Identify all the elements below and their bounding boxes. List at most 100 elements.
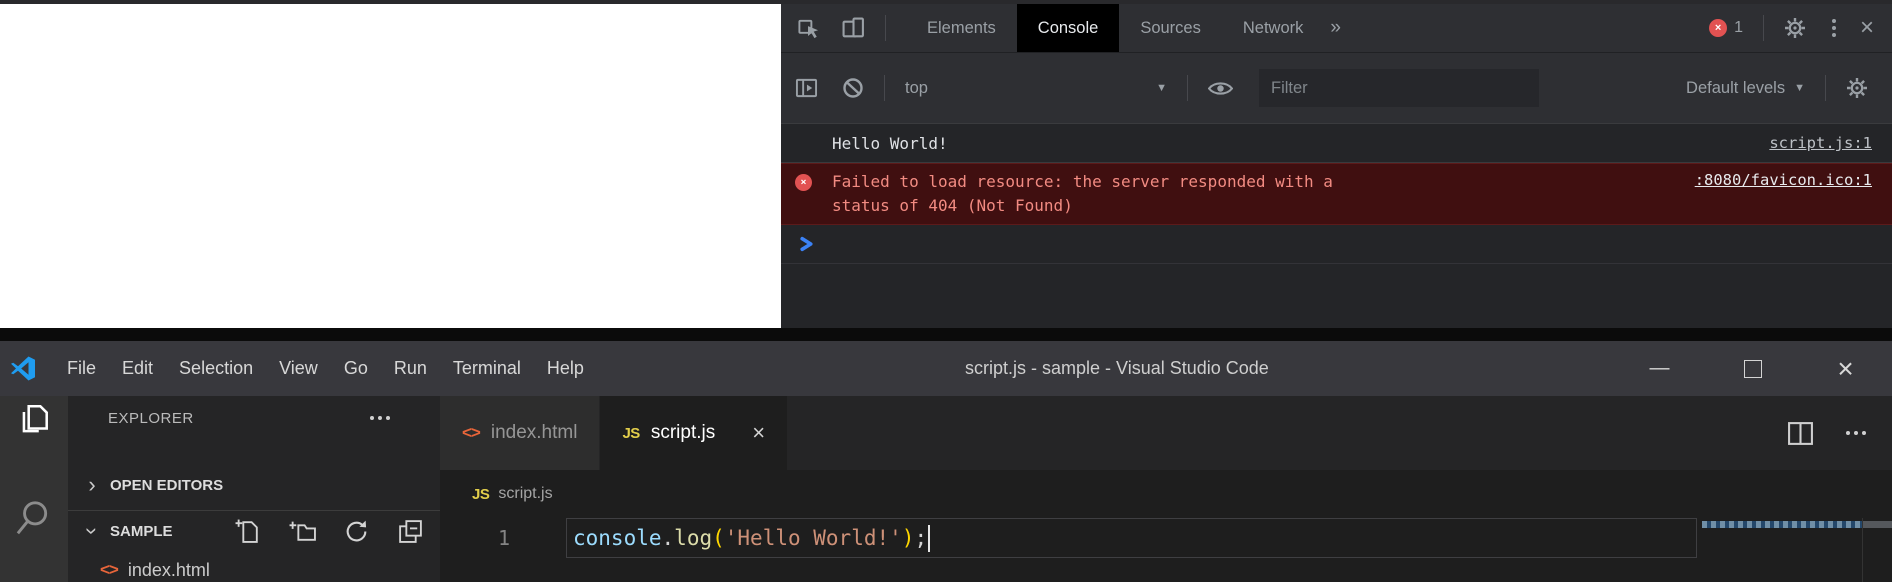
divider [1187, 75, 1188, 101]
code-token: console [573, 526, 662, 550]
live-expression-eye-icon[interactable] [1208, 80, 1233, 97]
html-file-icon: <> [462, 423, 480, 443]
explorer-activity-icon[interactable] [16, 402, 52, 438]
breadcrumb-file: script.js [498, 485, 552, 503]
error-circle-x-icon: × [795, 174, 812, 191]
file-item-index-html[interactable]: <> index.html [68, 551, 440, 582]
console-toolbar: top ▼ Default levels ▼ [781, 53, 1892, 124]
code-token: log [674, 526, 712, 550]
folder-actions [235, 518, 424, 545]
new-file-icon[interactable] [235, 518, 262, 545]
device-toolbar-icon[interactable] [842, 17, 865, 40]
console-error-row: × Failed to load resource: the server re… [781, 163, 1892, 225]
section-open-editors[interactable]: › OPEN EDITORS [68, 468, 440, 502]
editor-tabbar: <> index.html JS script.js × [440, 396, 1892, 470]
menu-file[interactable]: File [54, 358, 109, 379]
close-button[interactable]: × [1799, 341, 1892, 396]
prompt-chevron-icon [799, 236, 815, 252]
devtools-close-icon[interactable]: × [1860, 16, 1874, 40]
minimize-button[interactable]: — [1613, 341, 1706, 396]
new-folder-icon[interactable] [289, 518, 316, 545]
activity-bar [0, 396, 68, 582]
devtools-panel: Elements Console Sources Network » × 1 × [781, 4, 1892, 328]
menu-go[interactable]: Go [331, 358, 381, 379]
console-messages: Hello World! script.js:1 × Failed to loa… [781, 124, 1892, 328]
scrollbar[interactable] [1862, 518, 1892, 582]
kebab-menu-icon[interactable] [1832, 19, 1836, 37]
vscode-titlebar: File Edit Selection View Go Run Terminal… [0, 341, 1892, 396]
console-filter-input[interactable] [1259, 69, 1539, 107]
section-folder-sample[interactable]: › SAMPLE [68, 511, 440, 551]
window-gap [0, 328, 1892, 341]
maximize-button[interactable] [1706, 341, 1799, 396]
console-error-source-link[interactable]: :8080/favicon.ico:1 [1695, 171, 1872, 189]
inspect-element-icon[interactable] [797, 17, 820, 40]
minimap[interactable] [1702, 518, 1862, 582]
error-line-2: status of 404 (Not Found) [832, 196, 1073, 215]
minimap-line [1702, 521, 1862, 528]
editor-actions [1787, 396, 1892, 470]
sidebar-title: EXPLORER [68, 396, 440, 440]
frame-context-value: top [905, 79, 928, 98]
code-token: . [662, 526, 675, 550]
log-levels-select[interactable]: Default levels ▼ [1686, 79, 1805, 98]
tab-elements[interactable]: Elements [906, 4, 1017, 52]
log-levels-value: Default levels [1686, 79, 1785, 98]
tab-network[interactable]: Network [1222, 4, 1325, 52]
menu-help[interactable]: Help [534, 358, 597, 379]
menu-terminal[interactable]: Terminal [440, 358, 534, 379]
views-more-actions-icon[interactable] [370, 416, 390, 420]
settings-gear-icon[interactable] [1784, 17, 1806, 39]
editor-more-actions-icon[interactable] [1846, 431, 1866, 435]
vscode-body: EXPLORER › OPEN EDITORS › SAMPLE [0, 396, 1892, 582]
text-cursor [928, 525, 930, 552]
code-token: ) [902, 526, 915, 550]
frame-context-select[interactable]: top ▼ [905, 79, 1167, 98]
divider [1825, 75, 1826, 101]
console-error-text: Failed to load resource: the server resp… [832, 170, 1333, 218]
explorer-sidebar: EXPLORER › OPEN EDITORS › SAMPLE [68, 396, 440, 582]
tab-close-icon[interactable]: × [752, 420, 765, 446]
tab-console[interactable]: Console [1017, 4, 1120, 52]
editor-group: <> index.html JS script.js × [440, 396, 1892, 582]
menu-selection[interactable]: Selection [166, 358, 266, 379]
html-file-icon: <> [100, 560, 118, 580]
error-count-badge[interactable]: × [1709, 19, 1727, 37]
split-editor-icon[interactable] [1787, 421, 1814, 446]
window-controls: — × [1613, 341, 1892, 396]
editor-tab-script-js[interactable]: JS script.js × [600, 396, 787, 470]
line-number: 1 [440, 518, 566, 558]
console-settings-gear-icon[interactable] [1846, 77, 1868, 99]
divider [1763, 15, 1764, 41]
editor-tab-index-html[interactable]: <> index.html [440, 396, 599, 470]
console-sidebar-toggle-icon[interactable] [795, 77, 818, 99]
collapse-all-icon[interactable] [397, 518, 424, 545]
refresh-icon[interactable] [343, 518, 370, 545]
tab-sources[interactable]: Sources [1119, 4, 1222, 52]
console-log-source-link[interactable]: script.js:1 [1769, 134, 1872, 152]
error-line-1: Failed to load resource: the server resp… [832, 172, 1333, 191]
code-token: ; [914, 526, 927, 550]
console-log-row: Hello World! script.js:1 [781, 124, 1892, 163]
chevron-down-icon: ▼ [1794, 82, 1805, 94]
browser-page-viewport [0, 4, 781, 328]
chevron-down-icon: › [79, 519, 105, 543]
devtools-tabbar: Elements Console Sources Network » × 1 × [781, 4, 1892, 53]
console-log-text: Hello World! [832, 134, 948, 153]
maximize-icon [1744, 360, 1762, 378]
more-tabs-icon[interactable]: » [1330, 17, 1341, 39]
code-editor[interactable]: 1 console.log('Hello World!'); [440, 518, 1892, 582]
window-title: script.js - sample - Visual Studio Code [965, 341, 1269, 396]
scrollbar-thumb[interactable] [1863, 521, 1892, 528]
code-token: ( [712, 526, 725, 550]
menu-run[interactable]: Run [381, 358, 440, 379]
breadcrumb[interactable]: JS script.js [440, 470, 1892, 518]
search-activity-icon[interactable] [16, 500, 52, 540]
chevron-right-icon: › [80, 472, 104, 498]
menu-edit[interactable]: Edit [109, 358, 166, 379]
divider [885, 15, 886, 41]
chevron-down-icon: ▼ [1156, 82, 1167, 94]
console-prompt[interactable] [781, 225, 1892, 264]
clear-console-icon[interactable] [842, 77, 864, 99]
menu-view[interactable]: View [266, 358, 331, 379]
